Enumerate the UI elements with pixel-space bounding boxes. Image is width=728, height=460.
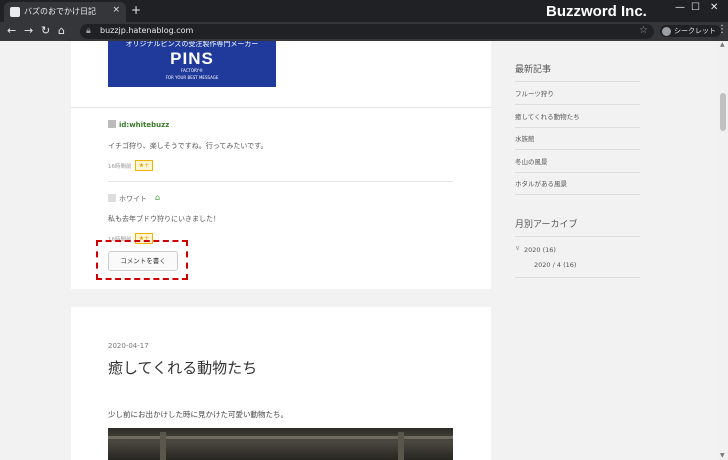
divider [515,194,640,195]
back-icon[interactable]: ← [7,24,16,37]
post-text: 少し前にお出かけした時に見かけた可愛い動物たち。 [108,410,288,419]
scrollbar-thumb[interactable] [720,93,726,131]
incognito-icon [662,26,671,36]
archive-month-link[interactable]: 2020 / 4 (16) [534,261,576,269]
lock-icon: 🔒︎ [86,26,91,36]
comment-time: 16時間前 [108,164,132,170]
photo-fence-post [160,432,166,460]
comment-text: 私も去年ブドウ狩りにいきました！ [108,215,220,223]
tab-title: バズのおでかけ日記 [24,7,96,16]
post-title[interactable]: 癒してくれる動物たち [108,357,257,378]
incognito-badge[interactable]: シークレット [660,25,721,37]
post-photo [108,428,453,460]
recent-post-link[interactable]: 水族館 [515,133,535,143]
add-star-button[interactable]: ★+ [135,160,153,171]
divider [515,172,640,173]
tab-close-icon[interactable]: × [112,5,120,15]
user-avatar-icon [108,120,116,128]
new-tab-button[interactable]: + [131,4,141,16]
forward-icon[interactable]: → [24,24,33,37]
browser-tabstrip: バズのおでかけ日記 × + Buzzword Inc. — ☐ ✕ [0,0,728,22]
post-date: 2020-04-17 [108,342,149,350]
brand-watermark: Buzzword Inc. [546,3,647,20]
archive-year-link[interactable]: 2020 (16) [524,246,556,254]
divider [515,277,640,278]
minimize-icon[interactable]: — [675,2,685,13]
recent-post-link[interactable]: フルーツ狩り [515,88,554,98]
window-close-icon[interactable]: ✕ [710,2,718,13]
divider [515,236,640,237]
page-scrollbar[interactable]: ▲ ▼ [718,41,728,460]
divider [515,104,640,105]
chevron-down-icon[interactable]: ∨ [515,244,520,252]
banner-logo: PINS [170,49,214,68]
url-text[interactable]: buzzjp.hatenablog.com [100,26,193,35]
home-icon[interactable]: ⌂ [58,24,65,37]
ad-banner[interactable]: オリジナルピンズの受注製作専門メーカー PINS FACTORY® FOR YO… [108,41,276,87]
divider [108,181,453,182]
recent-posts-heading: 最新記事 [515,65,552,75]
home-icon: ⌂ [155,193,161,202]
comment-text: イチゴ狩り、楽しそうですね。行ってみたいです。 [108,142,268,150]
page-viewport: オリジナルピンズの受注製作専門メーカー PINS FACTORY® FOR YO… [0,41,718,460]
address-bar[interactable]: 🔒︎ buzzjp.hatenablog.com ☆ [80,24,654,39]
divider [515,149,640,150]
divider [515,127,640,128]
browser-tab[interactable]: バズのおでかけ日記 × [4,2,126,22]
menu-icon[interactable]: ⋮ [717,24,727,35]
star-icon[interactable]: ☆ [639,25,648,36]
recent-post-link[interactable]: ホタルがある風景 [515,178,567,188]
scroll-down-icon[interactable]: ▼ [720,452,725,459]
reload-icon[interactable]: ↻ [41,24,50,37]
scroll-up-icon[interactable]: ▲ [720,41,725,48]
comment-user[interactable]: id:whitebuzz [119,121,169,129]
user-avatar-icon [108,194,116,202]
recent-post-link[interactable]: 癒してくれる動物たち [515,111,580,121]
banner-slogan: FOR YOUR BEST MESSAGE [165,75,219,80]
recent-post-link[interactable]: 冬山の風景 [515,156,548,166]
incognito-label: シークレット [674,27,716,35]
maximize-icon[interactable]: ☐ [691,2,700,13]
divider [71,107,491,108]
tab-favicon-icon [10,7,20,17]
browser-toolbar: ← → ↻ ⌂ 🔒︎ buzzjp.hatenablog.com ☆ シークレッ… [0,22,728,41]
banner-tagline: オリジナルピンズの受注製作専門メーカー [125,41,259,48]
archive-heading: 月別アーカイブ [515,220,578,230]
banner-logo-sub: FACTORY® [181,68,203,73]
photo-fence-post [398,432,404,460]
comment-user[interactable]: ホワイト [119,194,147,204]
divider [515,81,640,82]
highlight-annotation [96,240,188,280]
